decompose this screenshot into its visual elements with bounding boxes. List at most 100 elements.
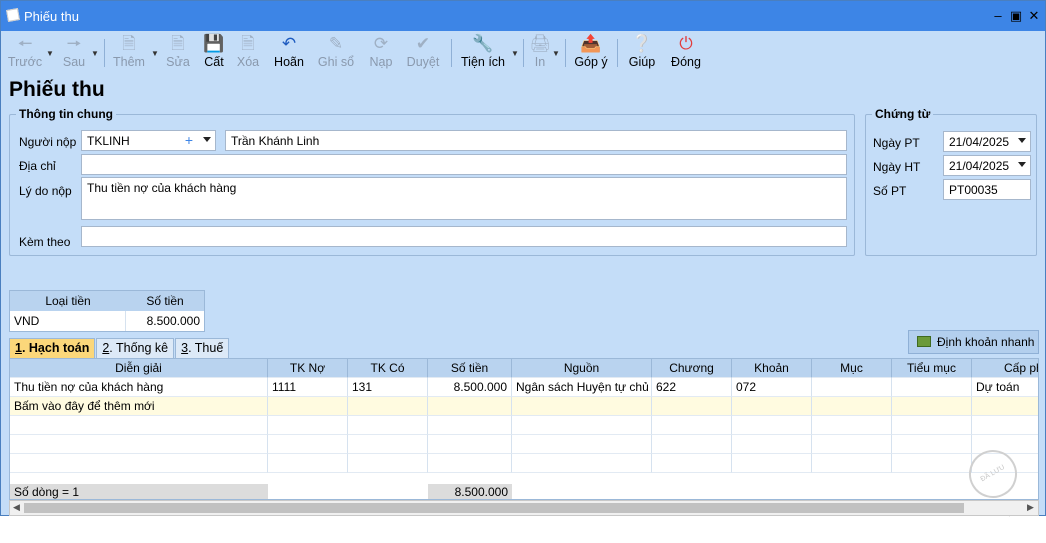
table-row[interactable]: Thu tiền nợ của khách hàng 1111 131 8.50… [10, 378, 1038, 397]
next-button[interactable]: 🠖 Sau [59, 33, 89, 73]
previous-button[interactable]: 🠔 Trước [7, 33, 43, 73]
cell-debit-account[interactable]: 1111 [268, 378, 348, 397]
toolbar-separator [104, 39, 105, 67]
close-form-button[interactable]: ⏻ Đóng [669, 33, 703, 73]
print-button[interactable]: 🖨 In [529, 33, 551, 73]
cell-section[interactable]: 072 [732, 378, 812, 397]
accounting-grid: Diễn giải TK Nợ TK Có Số tiền Nguồn Chươ… [9, 358, 1039, 500]
cell-subitem[interactable] [892, 378, 972, 397]
empty-cell [348, 435, 428, 454]
amount-header: Số tiền [146, 294, 184, 308]
empty-cell [892, 454, 972, 473]
empty-cell [812, 454, 892, 473]
payer-code-combobox[interactable]: TKLINH + [81, 130, 216, 151]
empty-cell [732, 454, 812, 473]
print-dropdown-arrow[interactable]: ▼ [552, 49, 560, 58]
address-field[interactable] [81, 154, 847, 175]
horizontal-scrollbar[interactable]: ◀ ▶ [9, 500, 1039, 516]
close-button[interactable]: ✕ [1025, 7, 1043, 25]
posting-date-label: Ngày HT [873, 160, 921, 174]
cell-level[interactable]: Dự toán [972, 378, 1038, 397]
col-level[interactable]: Cấp ph [972, 359, 1038, 378]
tab-statistics[interactable]: 2. Thống kê [96, 338, 175, 358]
reload-button[interactable]: ⟳ Nạp [367, 33, 395, 73]
next-dropdown-arrow[interactable]: ▼ [91, 49, 99, 58]
reason-textarea[interactable]: Thu tiền nợ của khách hàng [81, 177, 847, 220]
cell-source[interactable]: Ngân sách Huyện tự chủ [512, 378, 652, 397]
cell-credit-account[interactable]: 131 [348, 378, 428, 397]
voucher-date-label: Ngày PT [873, 136, 920, 150]
chevron-down-icon[interactable] [1018, 162, 1026, 167]
power-icon: ⏻ [679, 34, 693, 53]
window-title: Phiếu thu [24, 9, 79, 24]
previous-dropdown-arrow[interactable]: ▼ [46, 49, 54, 58]
voucher-number-field[interactable]: PT00035 [943, 179, 1031, 200]
maximize-button[interactable]: ▣ [1007, 7, 1025, 25]
cell-item[interactable] [812, 378, 892, 397]
add-dropdown-arrow[interactable]: ▼ [151, 49, 159, 58]
col-credit-account[interactable]: TK Có [348, 359, 428, 378]
attachment-field[interactable] [81, 226, 847, 247]
delete-document-icon: 🗎 [241, 34, 255, 53]
chevron-down-icon[interactable] [203, 137, 211, 142]
posting-date-picker[interactable]: 21/04/2025 [943, 155, 1031, 176]
printer-icon: 🖨 [529, 34, 551, 53]
empty-cell [348, 416, 428, 435]
postpone-button[interactable]: ↶ Hoãn [273, 33, 305, 73]
edit-button[interactable]: 🗎 Sửa [165, 33, 191, 73]
empty-cell [652, 435, 732, 454]
scrollbar-thumb[interactable] [24, 503, 964, 513]
voucher-number-label: Số PT [873, 184, 907, 198]
scroll-right-icon[interactable]: ▶ [1027, 502, 1034, 513]
quick-entry-button[interactable]: Định khoản nhanh [908, 330, 1039, 354]
cell-description[interactable]: Thu tiền nợ của khách hàng [10, 378, 268, 397]
footer-spacer [268, 484, 428, 499]
add-button[interactable]: 🗎 Thêm [111, 33, 147, 73]
add-new-row[interactable]: Bấm vào đây để thêm mới [10, 397, 1038, 416]
empty-cell [652, 454, 732, 473]
tab-accounting[interactable]: 1. Hạch toán [9, 338, 96, 358]
save-button[interactable]: 💾 Cất [201, 33, 227, 73]
minimize-button[interactable]: – [989, 7, 1007, 25]
grid-header-row: Diễn giải TK Nợ TK Có Số tiền Nguồn Chươ… [10, 359, 1038, 378]
delete-button[interactable]: 🗎 Xóa [235, 33, 261, 73]
add-payer-icon[interactable]: + [185, 132, 193, 148]
utilities-dropdown-arrow[interactable]: ▼ [511, 49, 519, 58]
cell-amount[interactable]: 8.500.000 [428, 378, 512, 397]
col-item[interactable]: Mục [812, 359, 892, 378]
add-new-row-hint[interactable]: Bấm vào đây để thêm mới [10, 397, 268, 416]
empty-cell [972, 416, 1038, 435]
amount-cell[interactable]: 8.500.000 [126, 311, 204, 331]
col-section[interactable]: Khoản [732, 359, 812, 378]
scroll-left-icon[interactable]: ◀ [13, 502, 20, 513]
empty-cell [348, 454, 428, 473]
pencil-icon: ✎ [328, 34, 344, 53]
col-description[interactable]: Diễn giải [10, 359, 268, 378]
col-chapter[interactable]: Chương [652, 359, 732, 378]
currency-row[interactable]: VND 8.500.000 [10, 311, 204, 331]
chevron-down-icon[interactable] [1018, 138, 1026, 143]
tab-tax[interactable]: 3. Thuế [175, 338, 230, 358]
col-debit-account[interactable]: TK Nợ [268, 359, 348, 378]
utilities-button[interactable]: 🔧 Tiện ích [461, 33, 505, 73]
payer-name-field[interactable]: Trần Khánh Linh [225, 130, 847, 151]
col-subitem[interactable]: Tiểu mục [892, 359, 972, 378]
empty-cell [892, 416, 972, 435]
empty-cell [428, 435, 512, 454]
empty-cell [512, 454, 652, 473]
empty-row [10, 416, 1038, 435]
edit-document-icon: 🗎 [171, 34, 185, 53]
save-icon: 💾 [203, 34, 225, 53]
col-source[interactable]: Nguồn [512, 359, 652, 378]
currency-type-cell[interactable]: VND [10, 311, 126, 331]
reason-label: Lý do nộp [19, 184, 72, 198]
arrow-right-icon: 🠖 [66, 34, 82, 53]
tab-tax-label: . Thuế [188, 341, 224, 355]
cell-chapter[interactable]: 622 [652, 378, 732, 397]
voucher-date-picker[interactable]: 21/04/2025 [943, 131, 1031, 152]
post-ledger-button[interactable]: ✎ Ghi sổ [317, 33, 355, 73]
approve-button[interactable]: ✔ Duyệt [405, 33, 441, 73]
help-button[interactable]: ❔ Giúp [627, 33, 657, 73]
col-amount[interactable]: Số tiền [428, 359, 512, 378]
feedback-button[interactable]: 📤 Góp ý [574, 33, 608, 73]
